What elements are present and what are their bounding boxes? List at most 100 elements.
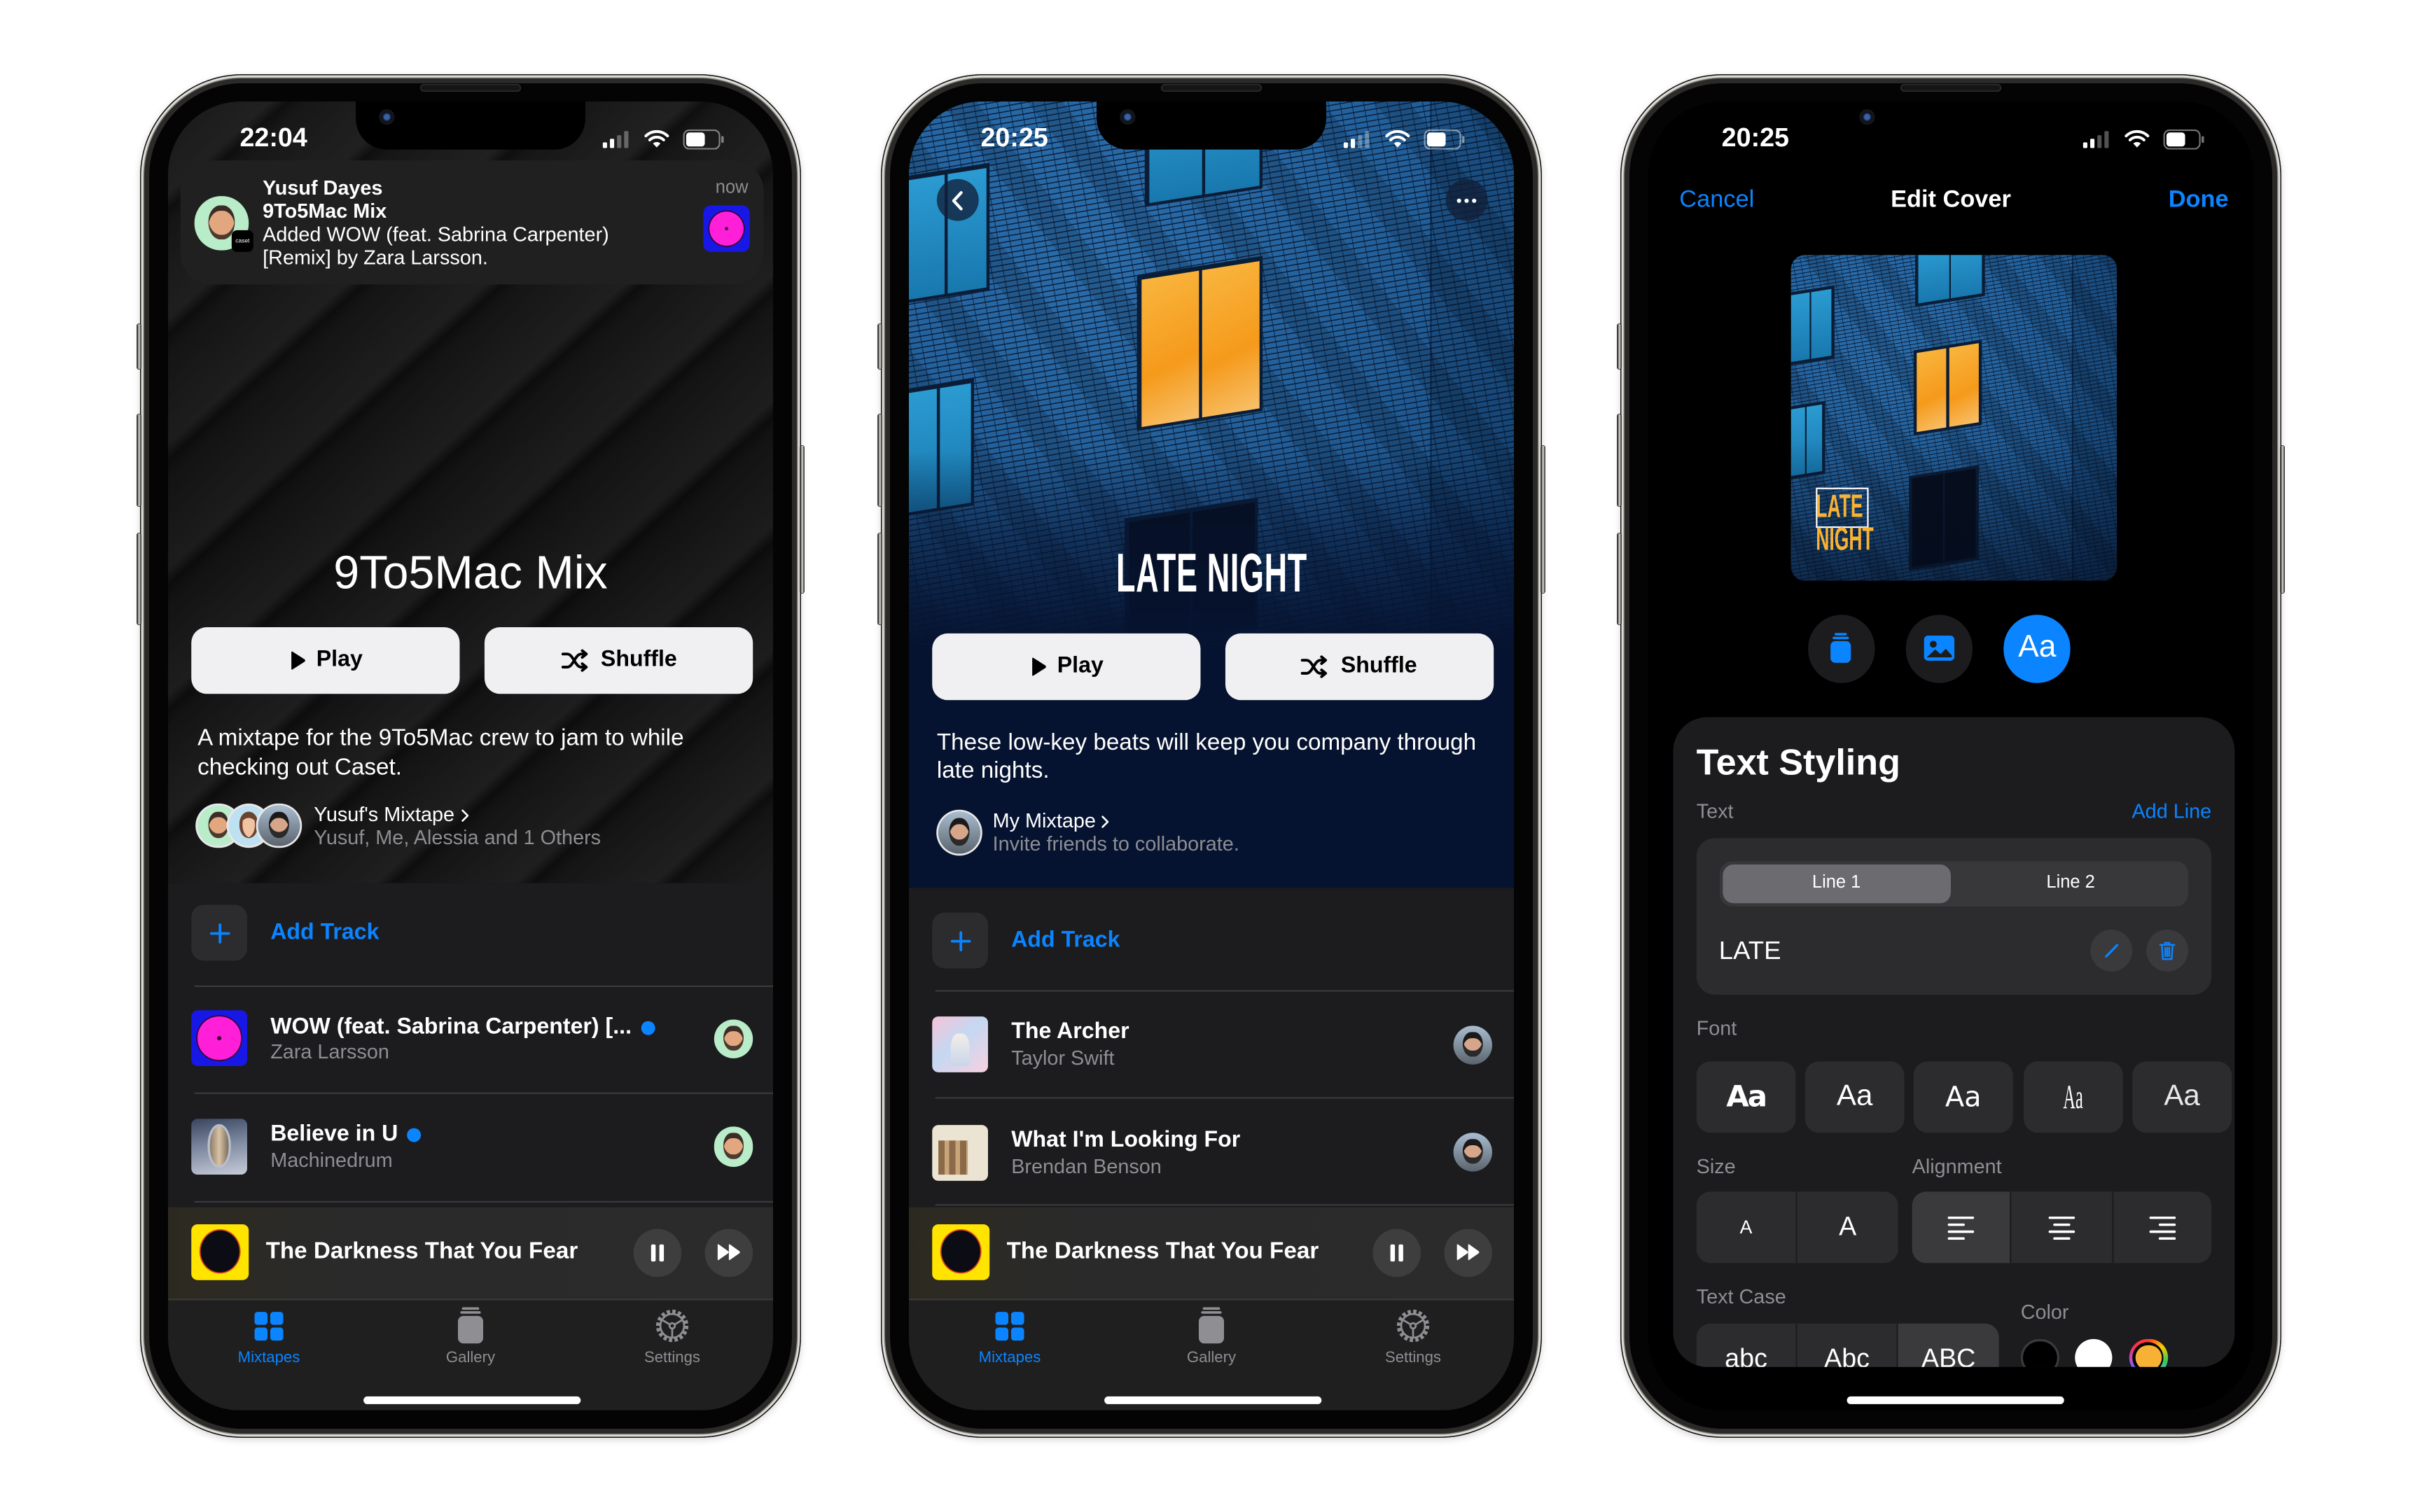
track-row[interactable]: [909, 1001, 1514, 1094]
cover-preview[interactable]: LATE NIGHT: [1790, 254, 2118, 580]
play-button[interactable]: Play: [932, 632, 1201, 701]
selected-color: [2135, 1344, 2162, 1367]
line-segmented-control: Line 1 Line 2: [1718, 860, 2188, 906]
notification-banner[interactable]: caset Yusuf Dayes 9To5Mac Mix Added WOW …: [180, 160, 764, 285]
skip-forward-button[interactable]: [704, 1228, 753, 1277]
font-option[interactable]: Aa: [1913, 1061, 2013, 1133]
volume-down-button: [1618, 533, 1621, 624]
font-option[interactable]: Aa: [2024, 1061, 2123, 1133]
segment-line-1[interactable]: Line 1: [1722, 863, 1952, 903]
battery-icon: [1424, 128, 1465, 149]
front-camera: [1859, 109, 1875, 125]
battery-level: [1426, 132, 1446, 146]
home-indicator[interactable]: [1104, 1396, 1322, 1404]
color-swatch-black[interactable]: [2021, 1338, 2059, 1367]
align-right-button[interactable]: [2113, 1191, 2211, 1263]
tab-mixtapes[interactable]: Mixtapes: [207, 1301, 331, 1378]
track-title: The Archer: [1011, 1018, 1129, 1044]
cover-text-line[interactable]: LATE: [1816, 490, 1863, 523]
speaker-grille: [420, 84, 521, 92]
align-center-button[interactable]: [2011, 1191, 2113, 1264]
tool-text-button[interactable]: Aa: [2003, 615, 2071, 682]
home-indicator[interactable]: [1846, 1396, 2064, 1404]
silent-switch: [1618, 324, 1621, 369]
tab-settings[interactable]: Settings: [1351, 1301, 1475, 1378]
building-window: [1790, 284, 1835, 365]
signal-bar: [1351, 138, 1356, 148]
home-indicator[interactable]: [363, 1396, 581, 1404]
font-option[interactable]: Aa: [1696, 1061, 1796, 1133]
avatar-face: [723, 1025, 744, 1051]
play-button[interactable]: Play: [191, 626, 460, 694]
owner-link[interactable]: Yusuf's Mixtape: [314, 802, 468, 827]
segment-line-2[interactable]: Line 2: [1956, 864, 2185, 902]
signal-bar: [2082, 141, 2087, 148]
owner-avatar[interactable]: [937, 811, 980, 853]
cover-text-line[interactable]: NIGHT: [1816, 522, 1873, 555]
tool-background-button[interactable]: [1807, 615, 1875, 682]
power-button: [800, 446, 804, 593]
case-title-button[interactable]: Abc: [1797, 1323, 1898, 1367]
tab-gallery[interactable]: Gallery: [1149, 1301, 1273, 1378]
cellular-signal-icon: [2082, 130, 2109, 148]
tab-bar: Mixtapes Gallery Settings: [168, 1298, 773, 1410]
shuffle-label: Shuffle: [600, 648, 677, 673]
volume-up-button: [137, 414, 141, 506]
add-track-label[interactable]: Add Track: [270, 919, 379, 947]
add-line-button[interactable]: Add Line: [2132, 799, 2211, 823]
added-by-avatar: [1452, 1025, 1492, 1065]
tab-gallery[interactable]: Gallery: [408, 1301, 532, 1378]
chevron-left-icon: [952, 190, 963, 210]
track-row[interactable]: [909, 1108, 1514, 1201]
pause-button[interactable]: [1372, 1228, 1421, 1277]
pause-button[interactable]: [633, 1228, 682, 1277]
done-button[interactable]: Done: [2169, 187, 2229, 215]
chevron-right-icon: [1102, 815, 1110, 827]
edit-line-button[interactable]: [2090, 930, 2133, 972]
avatar-face: [269, 811, 289, 839]
delete-line-button[interactable]: [2146, 930, 2188, 972]
align-left-button[interactable]: [1911, 1191, 2012, 1264]
font-sample: Aa: [1836, 1079, 1873, 1113]
power-button: [1541, 446, 1545, 593]
track-artist: Machinedrum: [270, 1148, 393, 1172]
now-playing-bar[interactable]: The Darkness That You Fear: [168, 1207, 773, 1299]
plus-icon: [950, 930, 971, 951]
size-smaller-button[interactable]: A: [1697, 1191, 1797, 1264]
tab-settings[interactable]: Settings: [610, 1301, 734, 1378]
collaborator-avatars[interactable]: [197, 804, 300, 847]
shuffle-button[interactable]: Shuffle: [484, 626, 753, 694]
skip-forward-button[interactable]: [1444, 1228, 1492, 1277]
font-option[interactable]: Aa: [2132, 1061, 2232, 1133]
now-playing-bar[interactable]: The Darkness That You Fear: [909, 1207, 1514, 1299]
now-playing-title: The Darkness That You Fear: [265, 1238, 578, 1265]
track-row[interactable]: [168, 1102, 773, 1195]
text-styling-panel: Text Styling Text Add Line Line 1 Line 2…: [1673, 717, 2235, 1367]
track-title-row: WOW (feat. Sabrina Carpenter) [...: [270, 1014, 655, 1041]
add-track-label[interactable]: Add Track: [1011, 925, 1120, 953]
track-album-art: [932, 1016, 988, 1072]
color-picker-swatch[interactable]: [2129, 1338, 2168, 1367]
case-upper-button[interactable]: ABC: [1898, 1323, 1999, 1367]
add-track-button[interactable]: [932, 912, 988, 969]
tool-photo-button[interactable]: [1905, 615, 1973, 682]
color-swatch-white[interactable]: [2074, 1338, 2113, 1367]
signal-bar: [602, 141, 607, 148]
add-track-button[interactable]: [191, 904, 247, 961]
case-lower-button[interactable]: abc: [1697, 1323, 1797, 1367]
phone-late-night: 20:25 LATE NIGHT Play Shuffle These low-…: [878, 74, 1545, 1438]
shuffle-button[interactable]: Shuffle: [1224, 632, 1494, 701]
track-row[interactable]: [168, 995, 773, 1088]
phone-edit-cover: 20:25 Cancel Edit Cover Done LATE NIGHT …: [1618, 74, 2284, 1438]
owner-link[interactable]: My Mixtape: [993, 808, 1110, 833]
track-artist: Zara Larsson: [270, 1040, 389, 1063]
more-button[interactable]: [1445, 178, 1487, 221]
gallery-icon: [457, 1308, 484, 1345]
size-larger-button[interactable]: A: [1797, 1191, 1898, 1263]
tab-mixtapes[interactable]: Mixtapes: [947, 1301, 1071, 1378]
back-button[interactable]: [936, 178, 979, 221]
late-night-screen: 20:25 LATE NIGHT Play Shuffle These low-…: [909, 102, 1514, 1410]
speaker-grille: [1900, 84, 2001, 92]
font-option[interactable]: Aa: [1804, 1061, 1905, 1133]
size-control: A A: [1696, 1191, 1898, 1264]
